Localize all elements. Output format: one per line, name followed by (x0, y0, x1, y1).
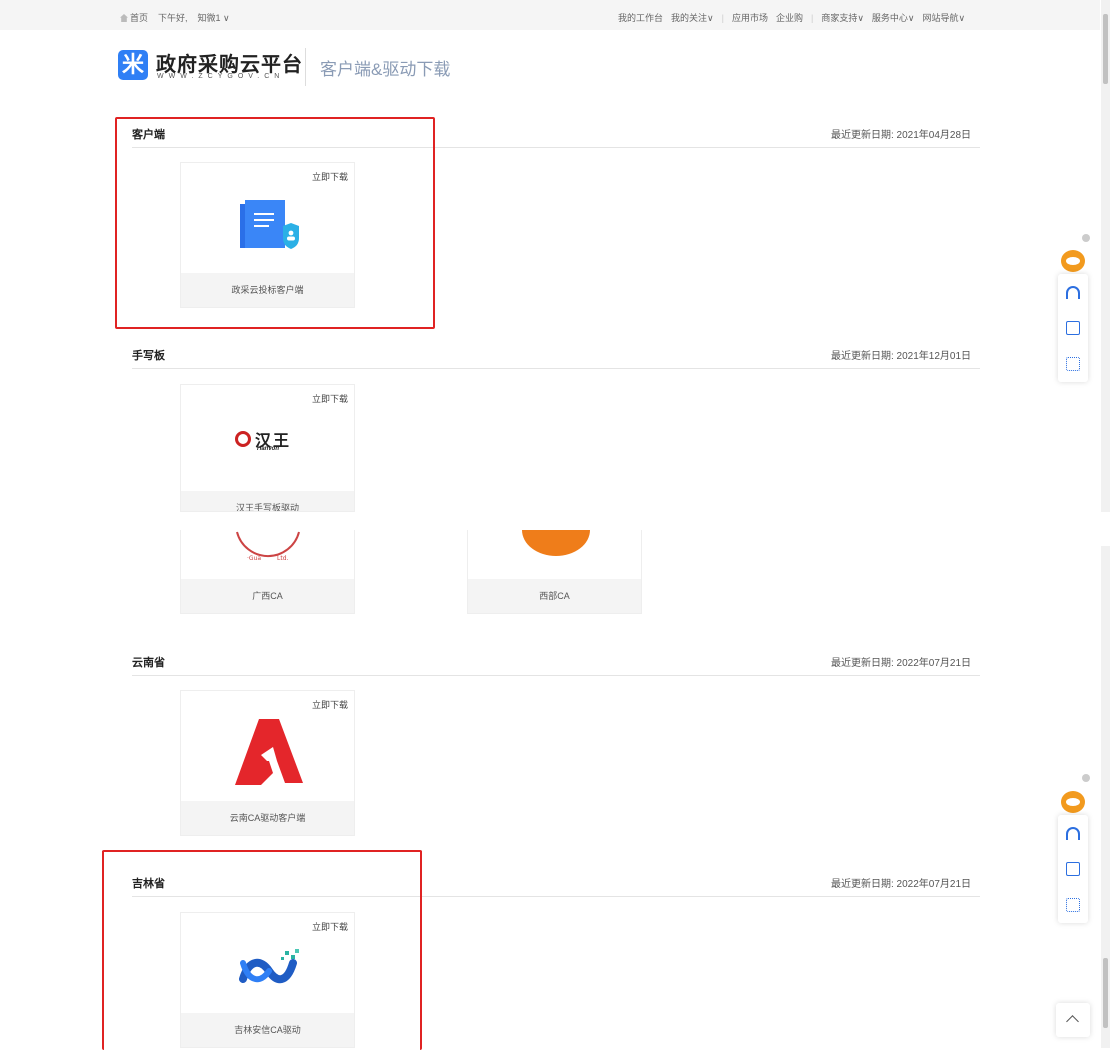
guangxi-ca-seal: ·Gua Ltd. (236, 531, 300, 562)
card-label: 西部CA (468, 579, 641, 613)
stats-button[interactable] (1058, 851, 1088, 887)
float-close-icon[interactable] (1082, 234, 1090, 242)
customer-service-button[interactable] (1058, 274, 1088, 310)
logo-url: WWW.ZCYGOV.CN (157, 73, 285, 80)
section-date-client: 最近更新日期: 2021年04月28日 (831, 130, 972, 141)
highlight-box (115, 117, 435, 329)
scrollbar-thumb[interactable] (1103, 958, 1108, 1028)
nav-enterprise-buy[interactable]: 企业购 (776, 11, 803, 24)
nav-merchant-support[interactable]: 商家支持∨ (821, 11, 864, 24)
section-title-tablet: 手写板 (132, 350, 165, 362)
hanwang-logo-en: Hanvon (257, 446, 280, 452)
yunnan-ca-logo (235, 719, 303, 785)
customer-service-button[interactable] (1058, 815, 1088, 851)
headset-icon (1066, 285, 1080, 299)
nav-service-center[interactable]: 服务中心∨ (872, 11, 915, 24)
top-nav-bar: 首页 下午好, 知微1 ∨ 我的工作台 我的关注∨ | 应用市场 企业购 | 商… (0, 0, 1100, 30)
download-button[interactable]: 立即下载 (312, 392, 348, 405)
mascot-icon[interactable] (1061, 250, 1085, 272)
card-label: 广西CA (181, 579, 354, 613)
float-toolbar (1058, 815, 1088, 923)
hanwang-logo-mark (235, 431, 251, 447)
nav-app-market[interactable]: 应用市场 (732, 11, 768, 24)
logo-icon[interactable]: 米 (118, 50, 148, 80)
nav-workbench[interactable]: 我的工作台 (618, 11, 663, 24)
section-date-tablet: 最近更新日期: 2021年12月01日 (831, 351, 972, 362)
stats-button[interactable] (1058, 310, 1088, 346)
qrcode-button[interactable] (1058, 346, 1088, 382)
divider: | (810, 12, 814, 23)
download-card-guangxi[interactable]: ·Gua Ltd. 广西CA (180, 530, 355, 614)
card-label: 汉王手写板驱动 (181, 491, 354, 511)
header-divider (305, 48, 306, 86)
scrollbar-thumb[interactable] (1103, 14, 1108, 84)
home-link[interactable]: 首页 (120, 11, 148, 24)
float-close-icon[interactable] (1082, 774, 1090, 782)
qrcode-button[interactable] (1058, 887, 1088, 923)
svg-text:Ltd.: Ltd. (277, 555, 289, 562)
qrcode-icon (1066, 898, 1080, 912)
user-menu[interactable]: 知微1 ∨ (198, 11, 230, 24)
divider: | (721, 12, 724, 23)
page-subtitle: 客户端&驱动下载 (320, 60, 451, 79)
greeting: 下午好, (158, 13, 188, 23)
headset-icon (1066, 826, 1080, 840)
download-card-yunnan[interactable]: 立即下载 云南CA驱动客户端 (180, 690, 355, 836)
card-label: 云南CA驱动客户端 (181, 801, 354, 835)
highlight-box (102, 850, 422, 1050)
back-to-top-icon[interactable] (1056, 1003, 1090, 1037)
nav-follow[interactable]: 我的关注∨ (671, 11, 714, 24)
download-button[interactable]: 立即下载 (312, 698, 348, 711)
section-title-yunnan: 云南省 (132, 657, 165, 669)
section-divider (132, 675, 980, 676)
chart-icon (1066, 321, 1080, 335)
chart-icon (1066, 862, 1080, 876)
home-icon (120, 14, 128, 22)
svg-text:·Gua: ·Gua (247, 555, 261, 562)
section-divider (132, 368, 980, 369)
download-card-tablet[interactable]: 立即下载 汉王 Hanvon 汉王手写板驱动 (180, 384, 355, 512)
section-date-jilin: 最近更新日期: 2022年07月21日 (831, 879, 972, 890)
xibu-ca-logo (522, 530, 590, 556)
download-card-xibu[interactable]: 西部CA (467, 530, 642, 614)
qrcode-icon (1066, 357, 1080, 371)
float-toolbar (1058, 274, 1088, 382)
mascot-icon[interactable] (1061, 791, 1085, 813)
nav-site-guide[interactable]: 网站导航∨ (923, 11, 966, 24)
section-date-yunnan: 最近更新日期: 2022年07月21日 (831, 658, 972, 669)
